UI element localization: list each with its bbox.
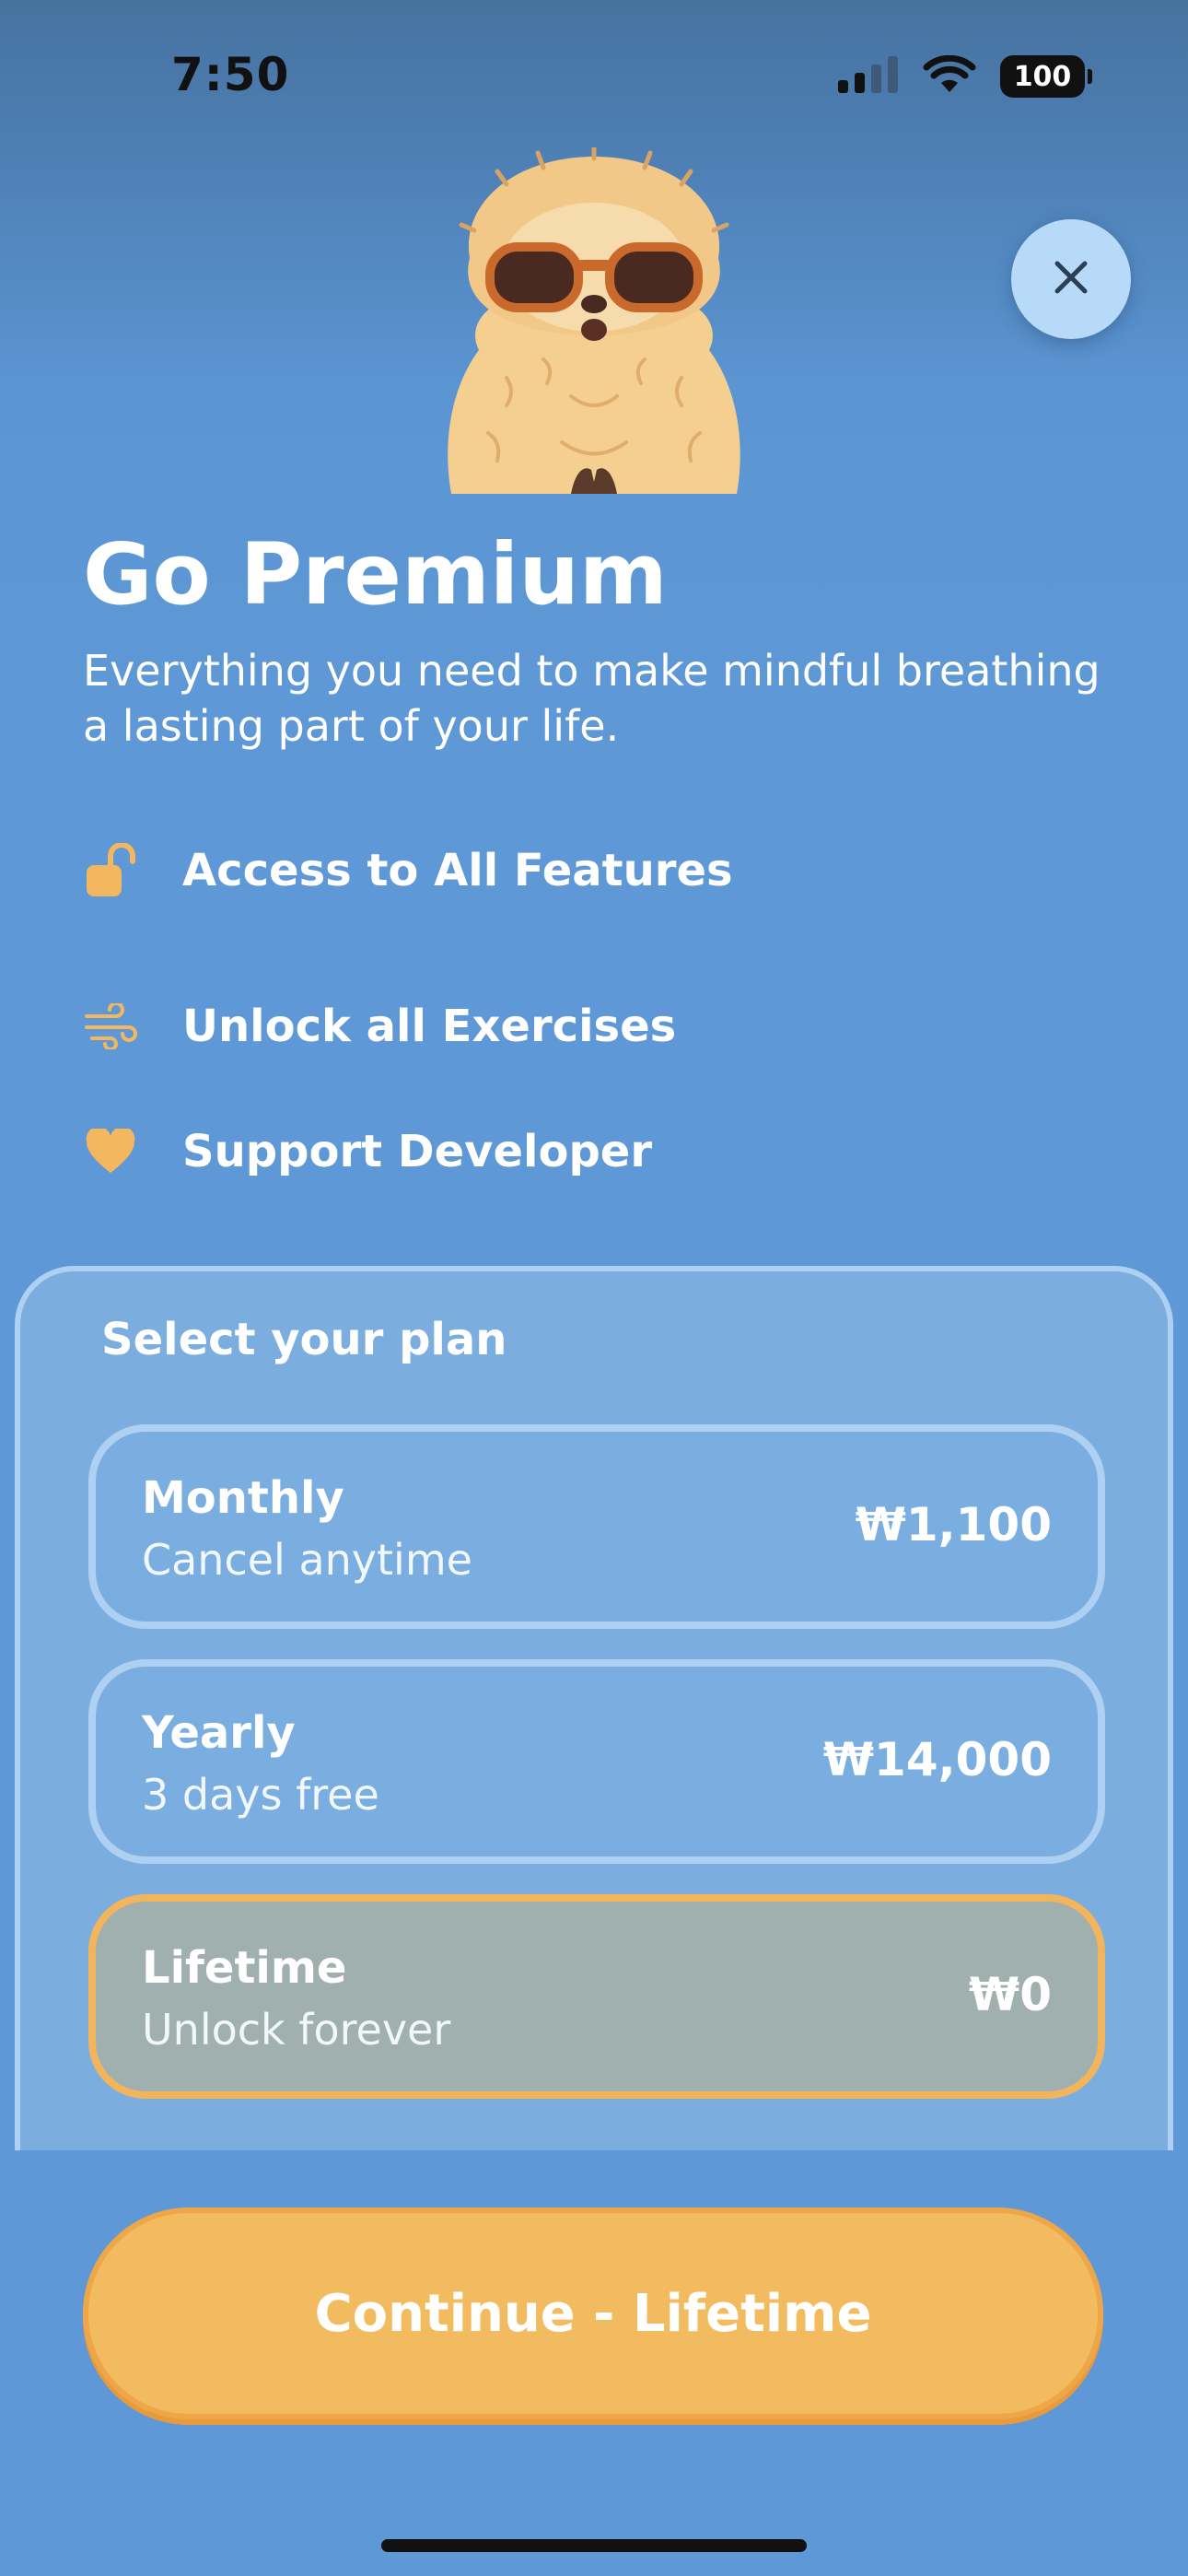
plan-price: ₩14,000 xyxy=(822,1733,1052,1786)
heart-icon xyxy=(83,1124,138,1179)
plan-option-yearly[interactable]: Yearly 3 days free ₩14,000 xyxy=(88,1659,1105,1864)
plan-option-lifetime[interactable]: Lifetime Unlock forever ₩0 xyxy=(88,1894,1105,2099)
feature-label: Access to All Features xyxy=(182,845,733,896)
battery-level: 100 xyxy=(1013,60,1072,93)
continue-button-label: Continue - Lifetime xyxy=(314,2283,872,2344)
cellular-signal-icon xyxy=(838,56,899,97)
continue-button[interactable]: Continue - Lifetime xyxy=(83,2207,1103,2419)
wind-icon xyxy=(83,999,138,1054)
status-icons: 100 xyxy=(838,54,1092,98)
sloth-mascot-illustration xyxy=(433,145,755,494)
plan-selection-panel: Select your plan Monthly Cancel anytime … xyxy=(15,1266,1173,2150)
plan-price: ₩0 xyxy=(969,1968,1052,2021)
plan-name: Lifetime xyxy=(142,1942,347,1994)
plan-description: Cancel anytime xyxy=(142,1535,472,1585)
status-time: 7:50 xyxy=(171,48,290,101)
feature-item-support: Support Developer xyxy=(83,1089,1096,1214)
plan-name: Monthly xyxy=(142,1472,344,1524)
feature-label: Unlock all Exercises xyxy=(182,1001,677,1052)
feature-item-exercises: Unlock all Exercises xyxy=(83,964,1096,1089)
close-button[interactable] xyxy=(1011,219,1131,339)
home-indicator[interactable] xyxy=(381,2539,807,2552)
battery-indicator: 100 xyxy=(1000,55,1092,98)
feature-label: Support Developer xyxy=(182,1126,653,1177)
plan-option-monthly[interactable]: Monthly Cancel anytime ₩1,100 xyxy=(88,1424,1105,1629)
feature-item-access: Access to All Features xyxy=(83,838,1096,903)
page-subtitle: Everything you need to make mindful brea… xyxy=(83,646,1101,751)
paywall-screen: 7:50 100 Go Premium Everything you need … xyxy=(0,0,1188,2576)
close-icon xyxy=(1053,259,1089,299)
plan-name: Yearly xyxy=(142,1707,296,1759)
unlock-icon xyxy=(83,843,138,898)
plan-description: 3 days free xyxy=(142,1770,379,1820)
plan-price: ₩1,100 xyxy=(855,1498,1052,1551)
plan-heading: Select your plan xyxy=(101,1314,507,1365)
page-title: Go Premium xyxy=(83,525,668,624)
wifi-icon xyxy=(923,54,976,98)
feature-list: Access to All Features Unlock all Exerci… xyxy=(83,838,1096,1214)
plan-description: Unlock forever xyxy=(142,2005,451,2055)
